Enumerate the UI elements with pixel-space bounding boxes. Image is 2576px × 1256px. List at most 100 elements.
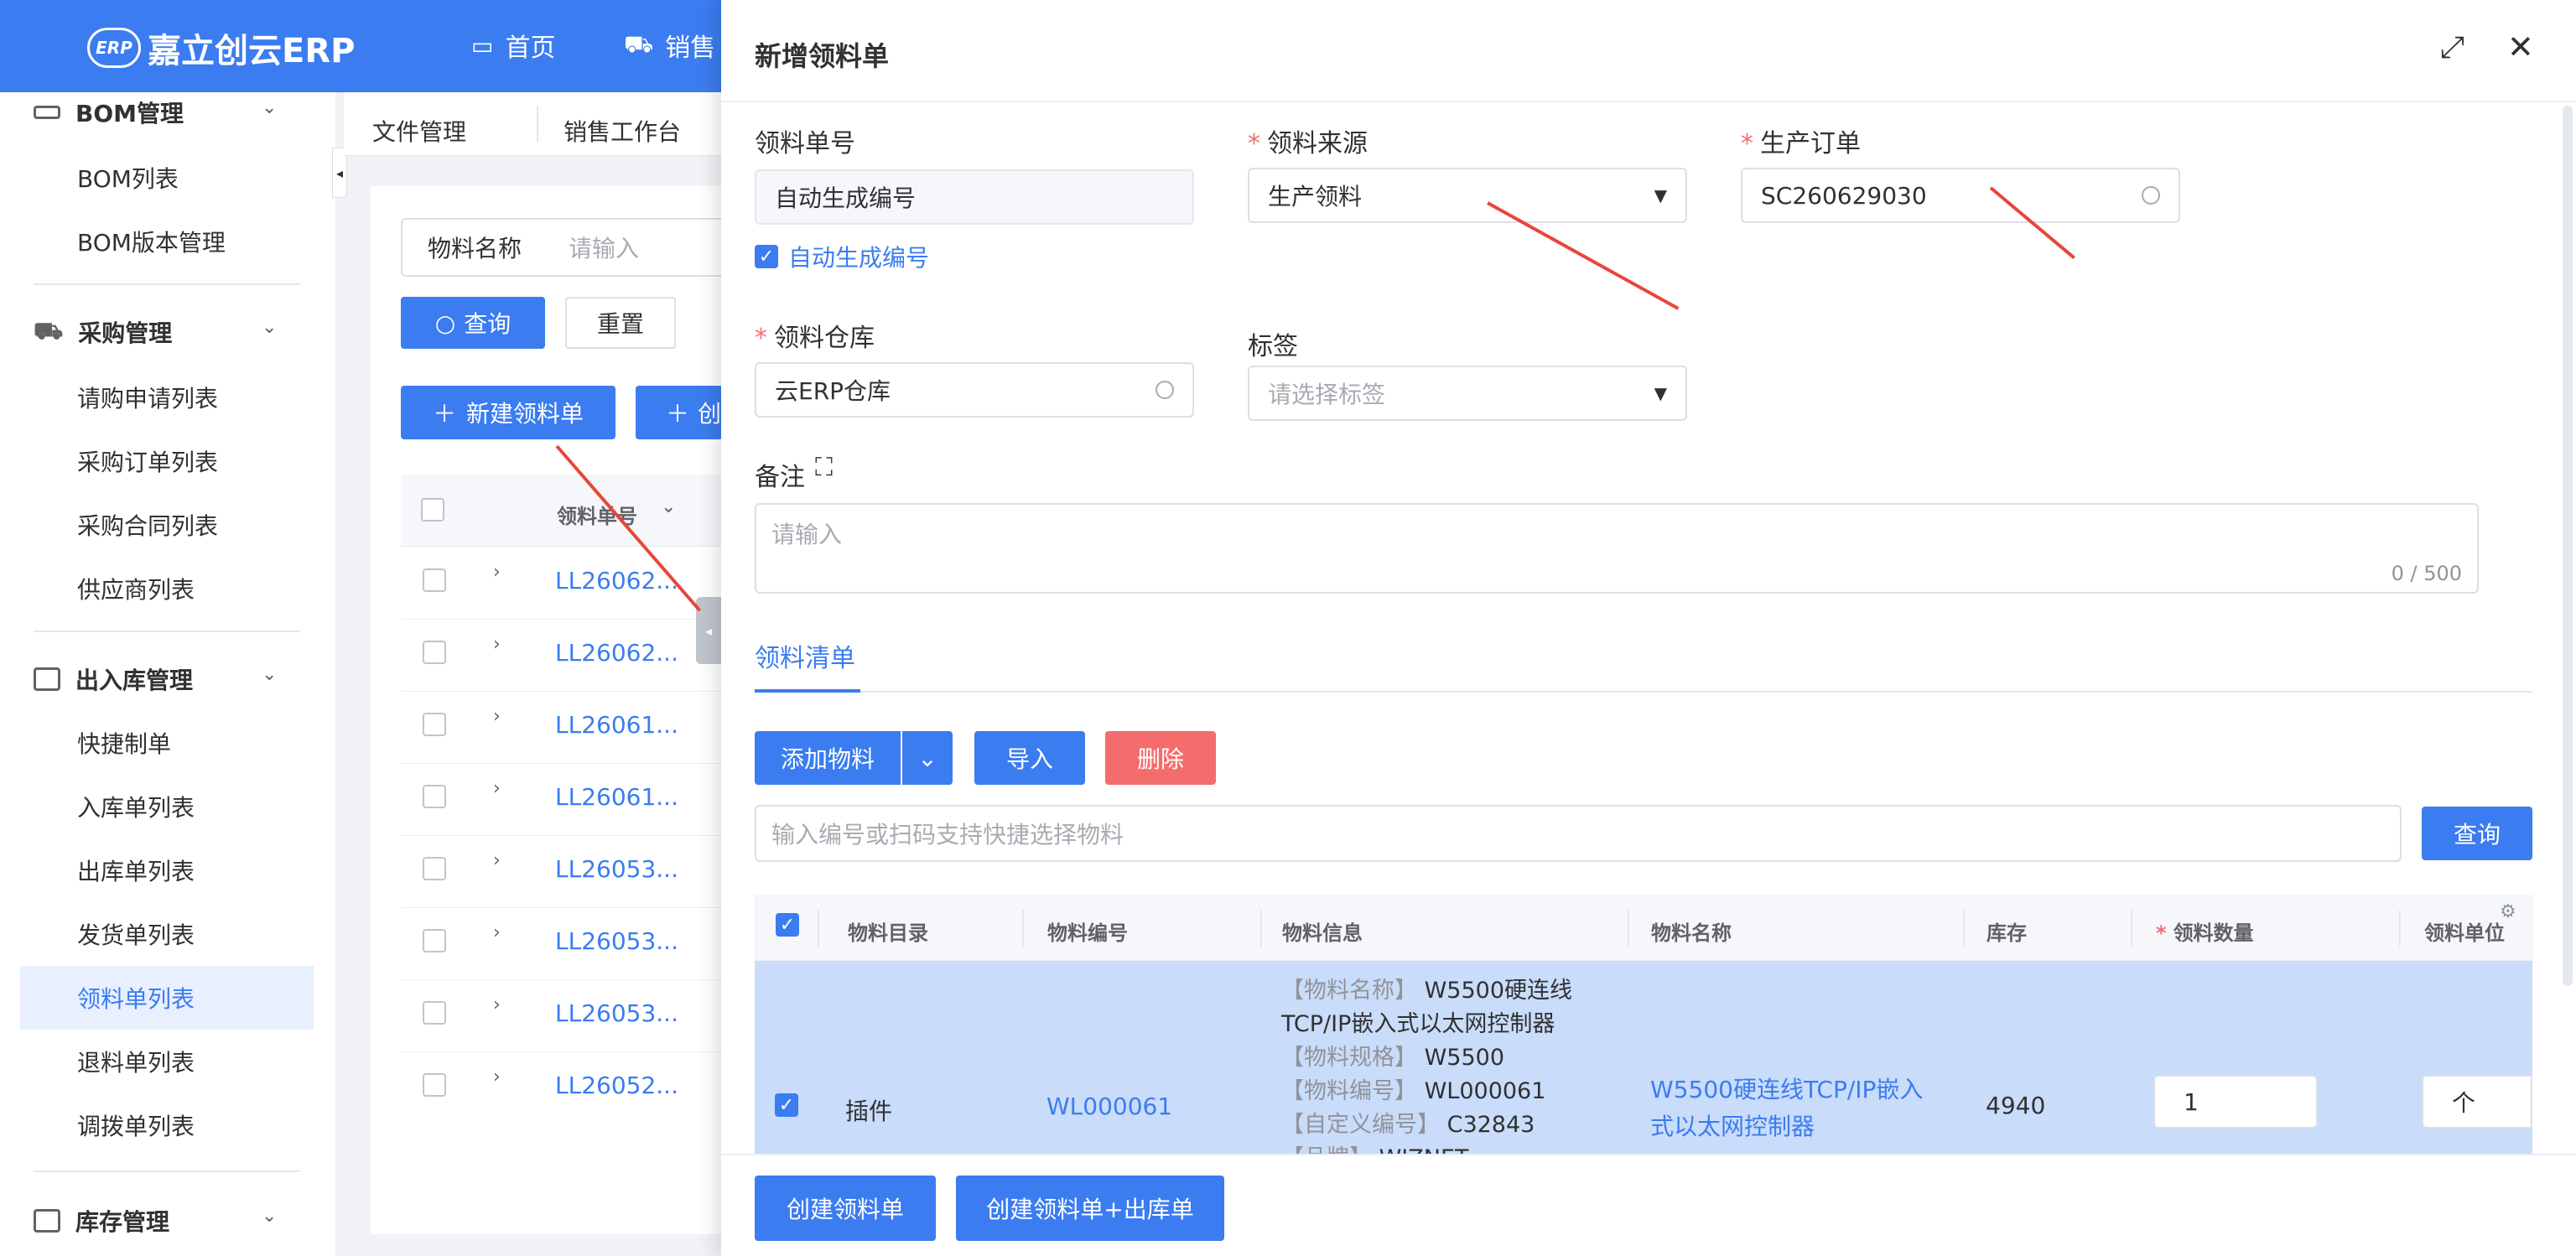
sidebar-group-bom[interactable]: BOM管理 <box>34 96 184 129</box>
expand-icon[interactable]: › <box>493 850 501 871</box>
query-button[interactable]: ○ 查询 <box>401 297 545 349</box>
info-line-spec: 【物料规格】 W5500 <box>1281 1041 1504 1075</box>
cart-icon: ⛟ <box>34 316 64 345</box>
row-checkbox[interactable] <box>423 857 446 880</box>
row-checkbox[interactable] <box>423 641 446 664</box>
row-checkbox[interactable] <box>423 713 446 736</box>
drawer-scrollbar[interactable] <box>2563 106 2573 986</box>
app-logo[interactable]: ERP 嘉立创云ERP <box>87 23 355 72</box>
add-material-button[interactable]: 添加物料 <box>755 731 901 785</box>
drawer-grip-handle[interactable]: ◂ <box>696 597 721 664</box>
chevron-down-icon[interactable]: ⌄ <box>262 317 277 338</box>
page-tabs: 文件管理 销售工作台 <box>344 92 730 156</box>
row-checkbox[interactable] <box>423 568 446 592</box>
row-order-link[interactable]: LL26062... <box>555 639 678 667</box>
sidebar-item-quick-order[interactable]: 快捷制单 <box>77 726 171 760</box>
sidebar-item-material-return[interactable]: 退料单列表 <box>77 1045 195 1078</box>
row-checkbox[interactable] <box>423 1001 446 1025</box>
row-order-link[interactable]: LL26052... <box>555 1072 678 1099</box>
reset-button[interactable]: 重置 <box>565 297 676 349</box>
add-material-dropdown[interactable]: ⌄ <box>902 731 953 785</box>
import-button[interactable]: 导入 <box>974 731 1085 785</box>
row-material-code-link[interactable]: WL000061 <box>1046 1088 1172 1125</box>
select-all-checkbox[interactable] <box>421 498 444 522</box>
row-divider <box>401 979 723 980</box>
row-order-link[interactable]: LL26053... <box>555 999 678 1027</box>
sidebar-item-material-requisition[interactable]: 领料单列表 <box>77 981 195 1015</box>
row-order-link[interactable]: LL26053... <box>555 855 678 883</box>
row-material-name-link-cont[interactable]: 式以太网控制器 <box>1650 1108 1815 1145</box>
create-requisition-outbound-button[interactable]: 创建领料单+出库单 <box>956 1176 1224 1241</box>
tab-file-management[interactable]: 文件管理 <box>372 114 466 148</box>
filter-input[interactable]: 请输入 <box>547 218 723 277</box>
sidebar-group-label: 出入库管理 <box>75 667 194 694</box>
sidebar-group-inout[interactable]: 出入库管理 <box>34 662 193 696</box>
tab-sales-workbench[interactable]: 销售工作台 <box>564 114 681 148</box>
sidebar-item-supplier[interactable]: 供应商列表 <box>77 572 195 605</box>
row-order-link[interactable]: LL26062... <box>555 567 678 594</box>
tab-material-list[interactable]: 领料清单 <box>755 637 855 674</box>
filter-label[interactable]: 物料名称 <box>401 218 548 277</box>
expand-icon[interactable]: › <box>493 778 501 799</box>
row-divider <box>401 1051 723 1052</box>
sidebar-item-requisition[interactable]: 请购申请列表 <box>77 381 218 414</box>
nav-home[interactable]: ▭ 首页 <box>471 27 555 64</box>
expand-icon[interactable]: › <box>493 634 501 655</box>
expand-icon[interactable]: › <box>493 1067 501 1087</box>
row-material-name-link[interactable]: W5500硬连线TCP/IP嵌入 <box>1650 1072 1923 1108</box>
gear-icon[interactable]: ⚙ <box>2500 901 2516 922</box>
row-order-link[interactable]: LL26061... <box>555 711 678 739</box>
new-requisition-button[interactable]: ＋ 新建领料单 <box>401 386 615 439</box>
sidebar-item-inbound[interactable]: 入库单列表 <box>77 790 195 823</box>
column-separator <box>1963 910 1965 947</box>
remark-textarea[interactable]: 请输入 0 / 500 <box>755 503 2479 594</box>
column-separator <box>818 910 819 947</box>
column-separator <box>2399 910 2401 947</box>
sidebar-item-shipment[interactable]: 发货单列表 <box>77 917 195 951</box>
close-icon[interactable]: ✕ <box>2507 29 2534 65</box>
sidebar-item-purchase-order[interactable]: 采购订单列表 <box>77 444 218 478</box>
row-order-link[interactable]: LL26053... <box>555 927 678 955</box>
material-search-input[interactable]: 输入编号或扫码支持快捷选择物料 <box>755 805 2402 862</box>
row-checkbox[interactable] <box>423 929 446 952</box>
delete-button[interactable]: 删除 <box>1105 731 1216 785</box>
sidebar-divider <box>34 283 300 285</box>
sidebar-item-purchase-contract[interactable]: 采购合同列表 <box>77 508 218 542</box>
fullscreen-icon[interactable]: ⛶ <box>815 453 833 482</box>
chevron-down-icon[interactable]: ⌄ <box>262 97 277 118</box>
material-query-button[interactable]: 查询 <box>2422 807 2532 860</box>
search-icon[interactable] <box>1156 381 1174 399</box>
sidebar-group-inventory[interactable]: 库存管理 <box>34 1204 169 1238</box>
row-checkbox[interactable] <box>423 785 446 808</box>
search-icon[interactable] <box>2142 186 2160 205</box>
row-checkbox[interactable] <box>423 1073 446 1097</box>
expand-icon[interactable]: › <box>493 994 501 1015</box>
source-select[interactable]: 生产领料 ▼ <box>1248 168 1687 223</box>
tags-select[interactable]: 请选择标签 ▼ <box>1248 366 1687 421</box>
warehouse-field[interactable]: 云ERP仓库 <box>755 362 1194 418</box>
row-checkbox[interactable]: ✓ <box>775 1093 798 1117</box>
select-all-checkbox[interactable]: ✓ <box>776 913 799 937</box>
expand-icon[interactable]: ⤢ <box>2440 30 2464 65</box>
create-button-partial[interactable]: ＋创 <box>636 386 723 439</box>
production-order-field[interactable]: SC260629030 <box>1741 168 2180 223</box>
expand-icon[interactable]: › <box>493 922 501 943</box>
chevron-down-icon[interactable]: ⌄ <box>262 1206 277 1227</box>
chevron-down-icon[interactable]: ⌄ <box>262 664 277 685</box>
row-qty-input[interactable]: 1 <box>2153 1075 2318 1129</box>
row-unit-select[interactable]: 个 <box>2422 1075 2532 1129</box>
sidebar-group-purchase[interactable]: ⛟ 采购管理 <box>34 315 172 349</box>
nav-sales[interactable]: ⛟ 销售 <box>624 27 715 64</box>
column-separator <box>1022 910 1024 947</box>
expand-icon[interactable]: › <box>493 706 501 727</box>
sidebar-item-transfer[interactable]: 调拨单列表 <box>77 1108 195 1142</box>
label-remark: 备注 <box>755 463 805 492</box>
auto-generate-checkbox[interactable]: ✓ 自动生成编号 <box>755 240 929 273</box>
sidebar-item-bom-list[interactable]: BOM列表 <box>77 161 179 195</box>
sort-chevron-icon[interactable]: ⌄ <box>661 496 676 517</box>
sidebar-item-outbound[interactable]: 出库单列表 <box>77 854 195 887</box>
sidebar-item-bom-version[interactable]: BOM版本管理 <box>77 225 226 258</box>
expand-icon[interactable]: › <box>493 562 501 583</box>
create-requisition-button[interactable]: 创建领料单 <box>755 1176 936 1241</box>
row-order-link[interactable]: LL26061... <box>555 783 678 811</box>
